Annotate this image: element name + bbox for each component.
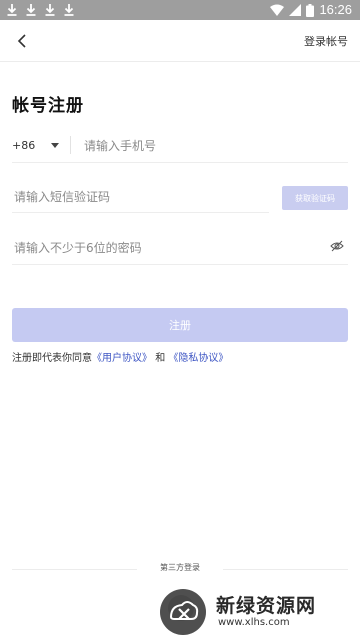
sms-code-input[interactable] <box>14 185 264 209</box>
signal-icon <box>289 4 302 16</box>
wifi-icon <box>270 4 285 16</box>
agreement-and: 和 <box>155 353 166 364</box>
system-icons: 16:26 <box>270 2 352 18</box>
watermark-logo-icon <box>169 601 199 620</box>
download-icon <box>7 4 17 16</box>
chevron-left-icon <box>17 34 26 48</box>
battery-icon <box>306 3 315 17</box>
user-agreement-link[interactable]: 《用户协议》 <box>92 353 152 364</box>
password-field-row <box>12 232 348 265</box>
notification-icons <box>6 2 75 18</box>
register-button[interactable]: 注册 <box>12 308 348 342</box>
third-party-login-label: 第三方登录 <box>160 563 200 572</box>
eye-off-icon[interactable] <box>330 239 344 253</box>
country-code-selector[interactable]: +86 <box>12 139 60 152</box>
watermark-text: 新绿资源网 <box>216 595 317 617</box>
download-icon <box>45 4 55 16</box>
country-code-label: +86 <box>12 139 36 152</box>
watermark: 新绿资源网 www.xlhs.com <box>160 589 350 635</box>
third-party-login-section: 第三方登录 <box>12 562 348 576</box>
status-bar: 16:26 <box>0 0 360 20</box>
app-header: 登录帐号 <box>0 20 360 62</box>
phone-field-row: +86 <box>12 130 348 163</box>
sms-code-field-row <box>12 181 269 213</box>
phone-input[interactable] <box>84 134 334 158</box>
agreement-prefix: 注册即代表你同意 <box>12 353 92 364</box>
privacy-agreement-link[interactable]: 《隐私协议》 <box>168 353 228 364</box>
get-code-button[interactable]: 获取验证码 <box>282 186 348 210</box>
page-title: 帐号注册 <box>12 96 84 116</box>
password-input[interactable] <box>14 236 304 260</box>
status-time: 16:26 <box>319 2 352 17</box>
watermark-logo <box>160 589 206 635</box>
caret-down-icon <box>51 143 60 148</box>
download-icon <box>64 4 74 16</box>
divider <box>70 136 71 154</box>
login-account-link[interactable]: 登录帐号 <box>304 33 348 49</box>
agreement-text: 注册即代表你同意《用户协议》 和 《隐私协议》 <box>12 349 228 364</box>
download-icon <box>26 4 36 16</box>
watermark-url: www.xlhs.com <box>218 617 290 628</box>
back-button[interactable] <box>8 28 36 54</box>
